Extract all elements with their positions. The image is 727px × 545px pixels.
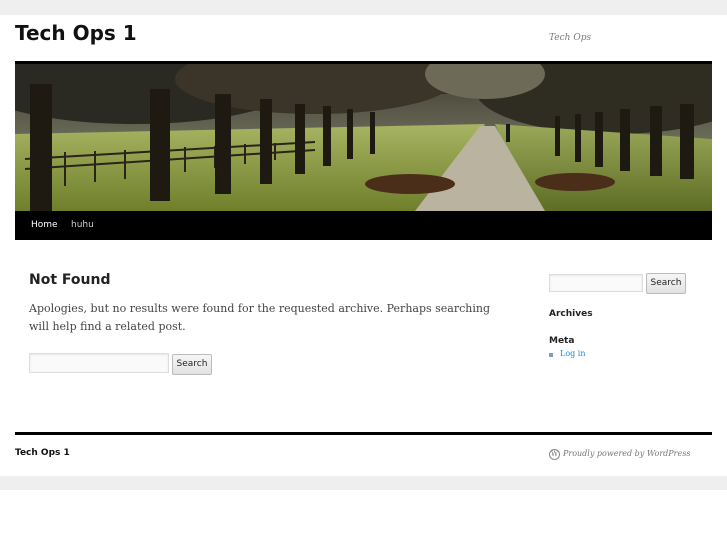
page-title: Not Found xyxy=(29,272,111,288)
site-title-link[interactable]: Tech Ops 1 xyxy=(15,21,137,45)
page-background-top xyxy=(0,0,727,15)
nav-item-huhu[interactable]: huhu xyxy=(71,211,94,240)
footer-divider xyxy=(15,432,712,435)
main-search-input[interactable] xyxy=(29,353,169,373)
site-description: Tech Ops xyxy=(549,33,592,43)
sidebar-search-input[interactable] xyxy=(549,274,643,292)
archives-widget-title: Archives xyxy=(549,309,593,319)
nav-item-home[interactable]: Home xyxy=(31,211,58,240)
sidebar-search-button[interactable]: Search xyxy=(646,273,686,294)
meta-widget-title: Meta xyxy=(549,336,575,346)
not-found-message: Apologies, but no results were found for… xyxy=(29,302,491,333)
powered-by-wordpress-link[interactable]: Proudly powered by WordPress xyxy=(563,449,690,458)
footer-site-title-link[interactable]: Tech Ops 1 xyxy=(15,448,70,458)
main-search-button[interactable]: Search xyxy=(172,354,212,375)
login-link[interactable]: Log in xyxy=(560,349,586,358)
header-banner-image xyxy=(15,64,712,211)
page-background-bottom xyxy=(0,476,727,490)
main-navigation: Home huhu xyxy=(15,211,712,240)
list-bullet xyxy=(549,353,553,357)
wordpress-icon: W xyxy=(549,449,560,460)
